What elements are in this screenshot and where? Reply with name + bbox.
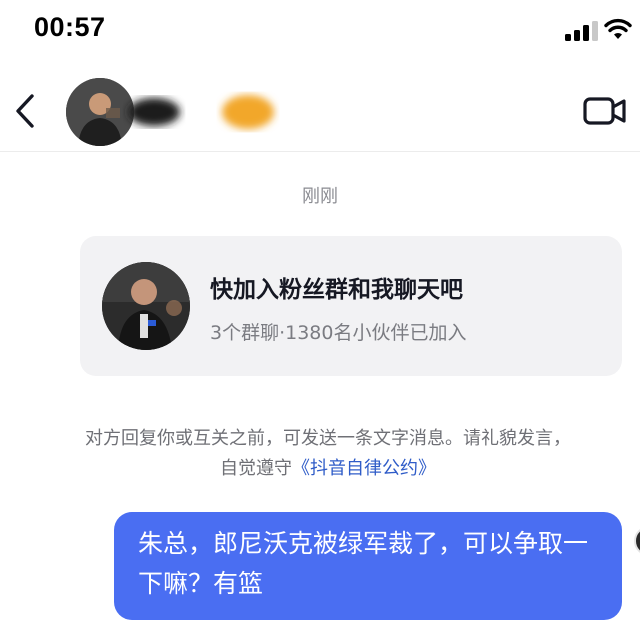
video-camera-icon[interactable] bbox=[582, 94, 628, 128]
group-avatar bbox=[102, 262, 190, 350]
messaging-notice: 对方回复你或互关之前，可发送一条文字消息。请礼貌发言，自觉遵守《抖音自律公约》 bbox=[78, 424, 578, 484]
chevron-left-icon[interactable] bbox=[8, 90, 42, 132]
fan-group-card[interactable]: 快加入粉丝群和我聊天吧 3个群聊·1380名小伙伴已加入 bbox=[80, 236, 622, 376]
status-time: 00:57 bbox=[34, 12, 106, 42]
my-avatar[interactable] bbox=[634, 526, 640, 556]
blurred-contact-name bbox=[128, 95, 274, 129]
group-card-subtitle: 3个群聊·1380名小伙伴已加入 bbox=[210, 322, 467, 344]
chat-header bbox=[0, 70, 640, 152]
message-timestamp: 刚刚 bbox=[302, 186, 338, 207]
community-guidelines-link[interactable]: 《抖音自律公约》 bbox=[292, 458, 436, 479]
cellular-signal-icon bbox=[565, 21, 598, 41]
wifi-icon bbox=[604, 18, 632, 39]
status-bar: 00:57 bbox=[0, 0, 640, 62]
sent-message-text: 朱总，郎尼沃克被绿军裁了，可以争取一下嘛？有篮 bbox=[138, 529, 589, 598]
group-card-title: 快加入粉丝群和我聊天吧 bbox=[210, 277, 463, 303]
sent-message-bubble[interactable]: 朱总，郎尼沃克被绿军裁了，可以争取一下嘛？有篮 bbox=[114, 512, 622, 620]
